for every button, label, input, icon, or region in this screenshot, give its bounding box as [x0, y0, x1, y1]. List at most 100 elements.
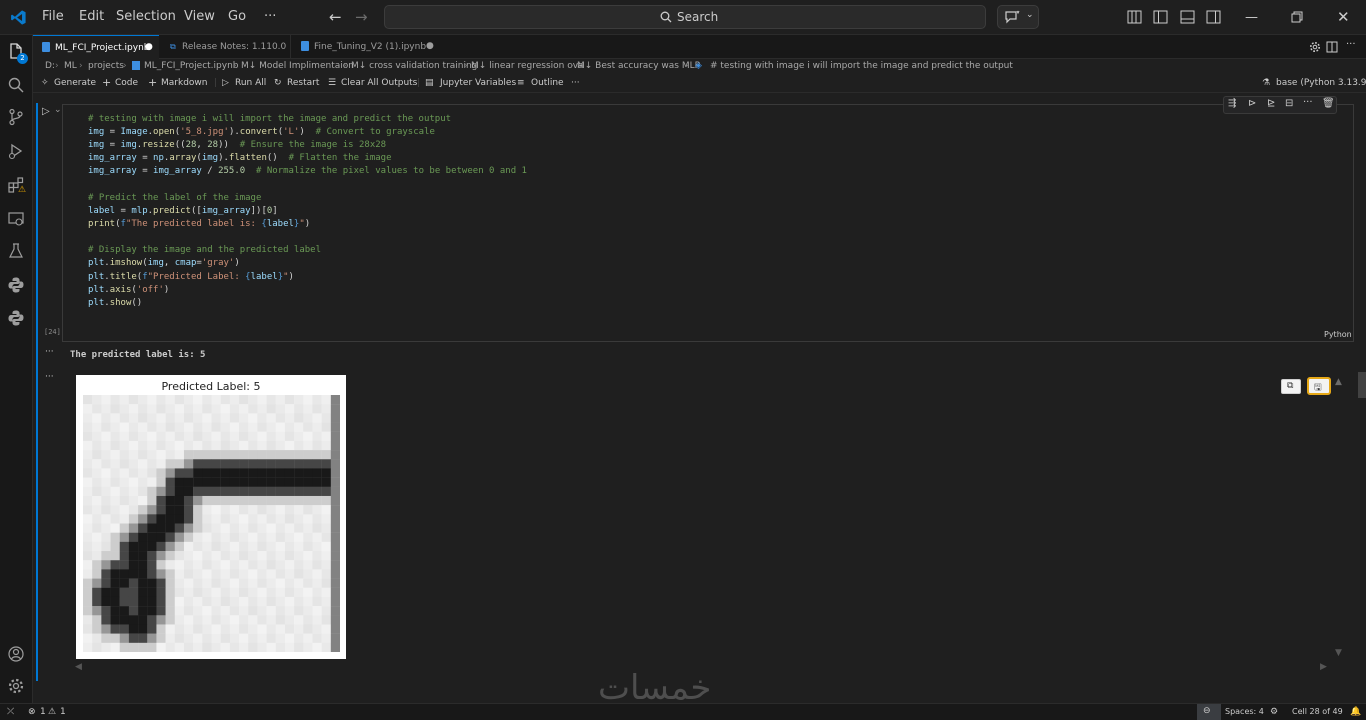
forward-arrow-icon[interactable]: →: [355, 8, 368, 26]
menu-edit[interactable]: Edit: [79, 9, 104, 24]
breadcrumb-ml[interactable]: ML: [64, 61, 77, 71]
scroll-up-icon[interactable]: ▲: [1335, 377, 1342, 387]
run-by-line-icon[interactable]: ⇶: [1228, 98, 1236, 109]
notifications-bell-icon[interactable]: 🔔: [1350, 707, 1361, 717]
copilot-button[interactable]: ⌄: [997, 5, 1039, 29]
run-cell-icon[interactable]: ▷: [42, 106, 50, 117]
vscode-logo-icon[interactable]: [10, 9, 27, 26]
tab-release-notes[interactable]: ⧉ Release Notes: 1.110.0: [160, 35, 291, 59]
gear-icon[interactable]: [1309, 41, 1321, 53]
accounts-icon[interactable]: [7, 645, 25, 663]
kernel-picker[interactable]: base (Python 3.13.9): [1276, 78, 1366, 88]
cell-position-status[interactable]: Cell 28 of 49: [1292, 707, 1343, 716]
command-center-search[interactable]: Search: [384, 5, 986, 29]
code-line[interactable]: img_array = img_array / 255.0 # Normaliz…: [88, 166, 527, 176]
warnings-count[interactable]: 1: [60, 707, 66, 717]
code-line[interactable]: img_array = np.array(img).flatten() # Fl…: [88, 153, 392, 163]
toggle-primary-sidebar-icon[interactable]: [1153, 10, 1168, 24]
minimize-icon[interactable]: —: [1245, 10, 1258, 25]
breadcrumb-current-cell[interactable]: # testing with image i will import the i…: [710, 61, 1013, 71]
delete-cell-icon[interactable]: 🗑: [1322, 98, 1335, 109]
remote-explorer-icon[interactable]: [7, 210, 25, 228]
more-actions-icon[interactable]: ···: [1303, 97, 1313, 108]
scroll-down-icon[interactable]: ▼: [1335, 648, 1342, 658]
gear-icon[interactable]: [7, 677, 25, 695]
output-more-icon[interactable]: ···: [45, 347, 54, 357]
image-pixel: [202, 596, 212, 607]
toolbar-more-button[interactable]: ···: [571, 78, 580, 88]
split-cell-icon[interactable]: ⊟: [1285, 98, 1293, 109]
code-line[interactable]: # Display the image and the predicted la…: [88, 245, 321, 255]
code-line[interactable]: # Predict the label of the image: [88, 193, 261, 203]
restore-icon[interactable]: [1291, 11, 1303, 23]
toggle-panel-icon[interactable]: [1180, 10, 1195, 24]
code-line[interactable]: img = img.resize((28, 28)) # Ensure the …: [88, 140, 386, 150]
menu-view[interactable]: View: [184, 9, 215, 24]
image-pixel: [193, 450, 203, 460]
indentation-status[interactable]: Spaces: 4: [1225, 707, 1264, 716]
code-line[interactable]: label = mlp.predict([img_array])[0]: [88, 206, 278, 216]
unsaved-dot-icon[interactable]: ●: [145, 42, 153, 52]
code-line[interactable]: print(f"The predicted label is: {label}"…: [88, 219, 310, 229]
image-pixel: [220, 615, 231, 625]
outline-button[interactable]: Outline: [531, 78, 564, 88]
code-line[interactable]: plt.axis('off'): [88, 285, 169, 295]
search-icon[interactable]: [7, 76, 25, 94]
add-code-button[interactable]: Code: [115, 78, 138, 88]
close-window-icon[interactable]: ✕: [1337, 8, 1350, 26]
scroll-left-icon[interactable]: ◀: [75, 662, 82, 672]
python-icon[interactable]: [7, 276, 25, 294]
errors-count[interactable]: 1: [40, 707, 46, 717]
more-actions-icon[interactable]: ···: [1346, 39, 1356, 50]
run-debug-icon[interactable]: [7, 142, 25, 160]
copy-output-button[interactable]: ⧉: [1281, 379, 1301, 394]
python-environments-icon[interactable]: [7, 309, 25, 327]
scroll-right-icon[interactable]: ▶: [1320, 662, 1327, 672]
image-pixel: [321, 532, 332, 543]
breadcrumb-notebook[interactable]: ML_FCI_Project.ipynb: [144, 61, 239, 71]
breadcrumb-projects[interactable]: projects: [88, 61, 124, 71]
toggle-secondary-sidebar-icon[interactable]: [1206, 10, 1221, 24]
restart-button[interactable]: Restart: [287, 78, 319, 88]
save-output-button[interactable]: 🖫: [1307, 377, 1331, 395]
breadcrumb-section-best[interactable]: M↓ Best accuracy was MLP: [577, 61, 700, 71]
image-pixel: [321, 578, 332, 588]
breadcrumb-section-cv[interactable]: M↓ cross validation training: [351, 61, 477, 71]
tab-fine-tuning-v2[interactable]: Fine_Tuning_V2 (1).ipynb ●: [292, 35, 440, 59]
menu-file[interactable]: File: [42, 9, 64, 24]
breadcrumb-drive[interactable]: D:: [45, 61, 55, 71]
code-line[interactable]: plt.title(f"Predicted Label: {label}"): [88, 272, 294, 282]
back-arrow-icon[interactable]: ←: [329, 8, 342, 26]
execute-below-icon[interactable]: ⊵: [1267, 98, 1275, 109]
code-line[interactable]: plt.imshow(img, cmap='gray'): [88, 258, 240, 268]
vertical-scrollbar-thumb[interactable]: [1358, 372, 1366, 398]
testing-flask-icon[interactable]: [7, 242, 25, 260]
menu-more[interactable]: ···: [264, 9, 276, 24]
run-all-button[interactable]: Run All: [235, 78, 266, 88]
zoom-button[interactable]: ⊖: [1197, 704, 1221, 720]
jupyter-variables-button[interactable]: Jupyter Variables: [440, 78, 516, 88]
clear-all-outputs-button[interactable]: Clear All Outputs: [341, 78, 417, 88]
image-pixel: [101, 587, 111, 598]
cell-language[interactable]: Python: [1324, 330, 1352, 339]
image-pixel: [294, 551, 304, 561]
split-editor-icon[interactable]: [1326, 41, 1338, 53]
breadcrumb-section-model[interactable]: M↓ Model Implimentaion: [241, 61, 354, 71]
unsaved-dot-icon[interactable]: ●: [426, 41, 434, 51]
breadcrumb-section-linreg[interactable]: M↓ linear regression ova: [471, 61, 584, 71]
generate-button[interactable]: Generate: [54, 78, 96, 88]
output-more-icon[interactable]: ···: [45, 372, 54, 382]
execute-above-icon[interactable]: ⊳: [1248, 98, 1256, 109]
add-markdown-button[interactable]: Markdown: [161, 78, 207, 88]
code-line[interactable]: plt.show(): [88, 298, 142, 308]
source-control-icon[interactable]: [7, 108, 25, 126]
remote-icon[interactable]: ⤫: [7, 707, 14, 717]
chevron-down-icon[interactable]: ⌄: [54, 105, 62, 115]
image-pixel: [248, 486, 258, 497]
code-line[interactable]: # testing with image i will import the i…: [88, 114, 451, 124]
code-line[interactable]: img = Image.open('5_8.jpg').convert('L')…: [88, 127, 435, 137]
tab-ml-fci-project[interactable]: ML_FCI_Project.ipynb ●: [33, 35, 159, 59]
menu-selection[interactable]: Selection: [116, 9, 176, 24]
layout-panels-icon[interactable]: [1127, 10, 1142, 24]
menu-go[interactable]: Go: [228, 9, 246, 24]
